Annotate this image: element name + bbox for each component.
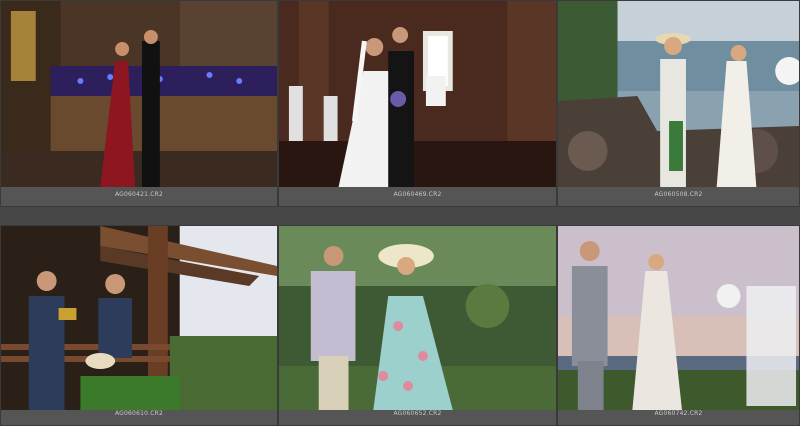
- photo-grid: AG060421.CR2 AG060469.CR2 AG060508.CR2 A…: [0, 0, 800, 426]
- thumbnail-filename: AG060469.CR2: [393, 191, 442, 198]
- thumbnail-image[interactable]: [279, 1, 556, 187]
- thumbnail-cell[interactable]: AG060610.CR2: [0, 225, 278, 426]
- thumbnail-filename: AG060508.CR2: [654, 191, 703, 198]
- thumbnail-cell[interactable]: AG060652.CR2: [278, 225, 557, 426]
- thumbnail-cell[interactable]: AG060469.CR2: [278, 0, 557, 207]
- thumbnail-cell[interactable]: AG060508.CR2: [557, 0, 800, 207]
- thumbnail-cell[interactable]: AG060742.CR2: [557, 225, 800, 426]
- thumbnail-image[interactable]: [1, 226, 277, 410]
- thumbnail-image[interactable]: [558, 226, 799, 410]
- thumbnail-filename: AG060742.CR2: [654, 410, 703, 417]
- thumbnail-image[interactable]: [558, 1, 799, 187]
- thumbnail-filename: AG060421.CR2: [114, 191, 164, 198]
- thumbnail-image[interactable]: [1, 1, 277, 187]
- thumbnail-filename: AG060652.CR2: [393, 410, 442, 417]
- thumbnail-filename: AG060610.CR2: [114, 410, 164, 417]
- thumbnail-cell[interactable]: AG060421.CR2: [0, 0, 278, 207]
- thumbnail-image[interactable]: [279, 226, 556, 410]
- row-divider: [0, 207, 800, 225]
